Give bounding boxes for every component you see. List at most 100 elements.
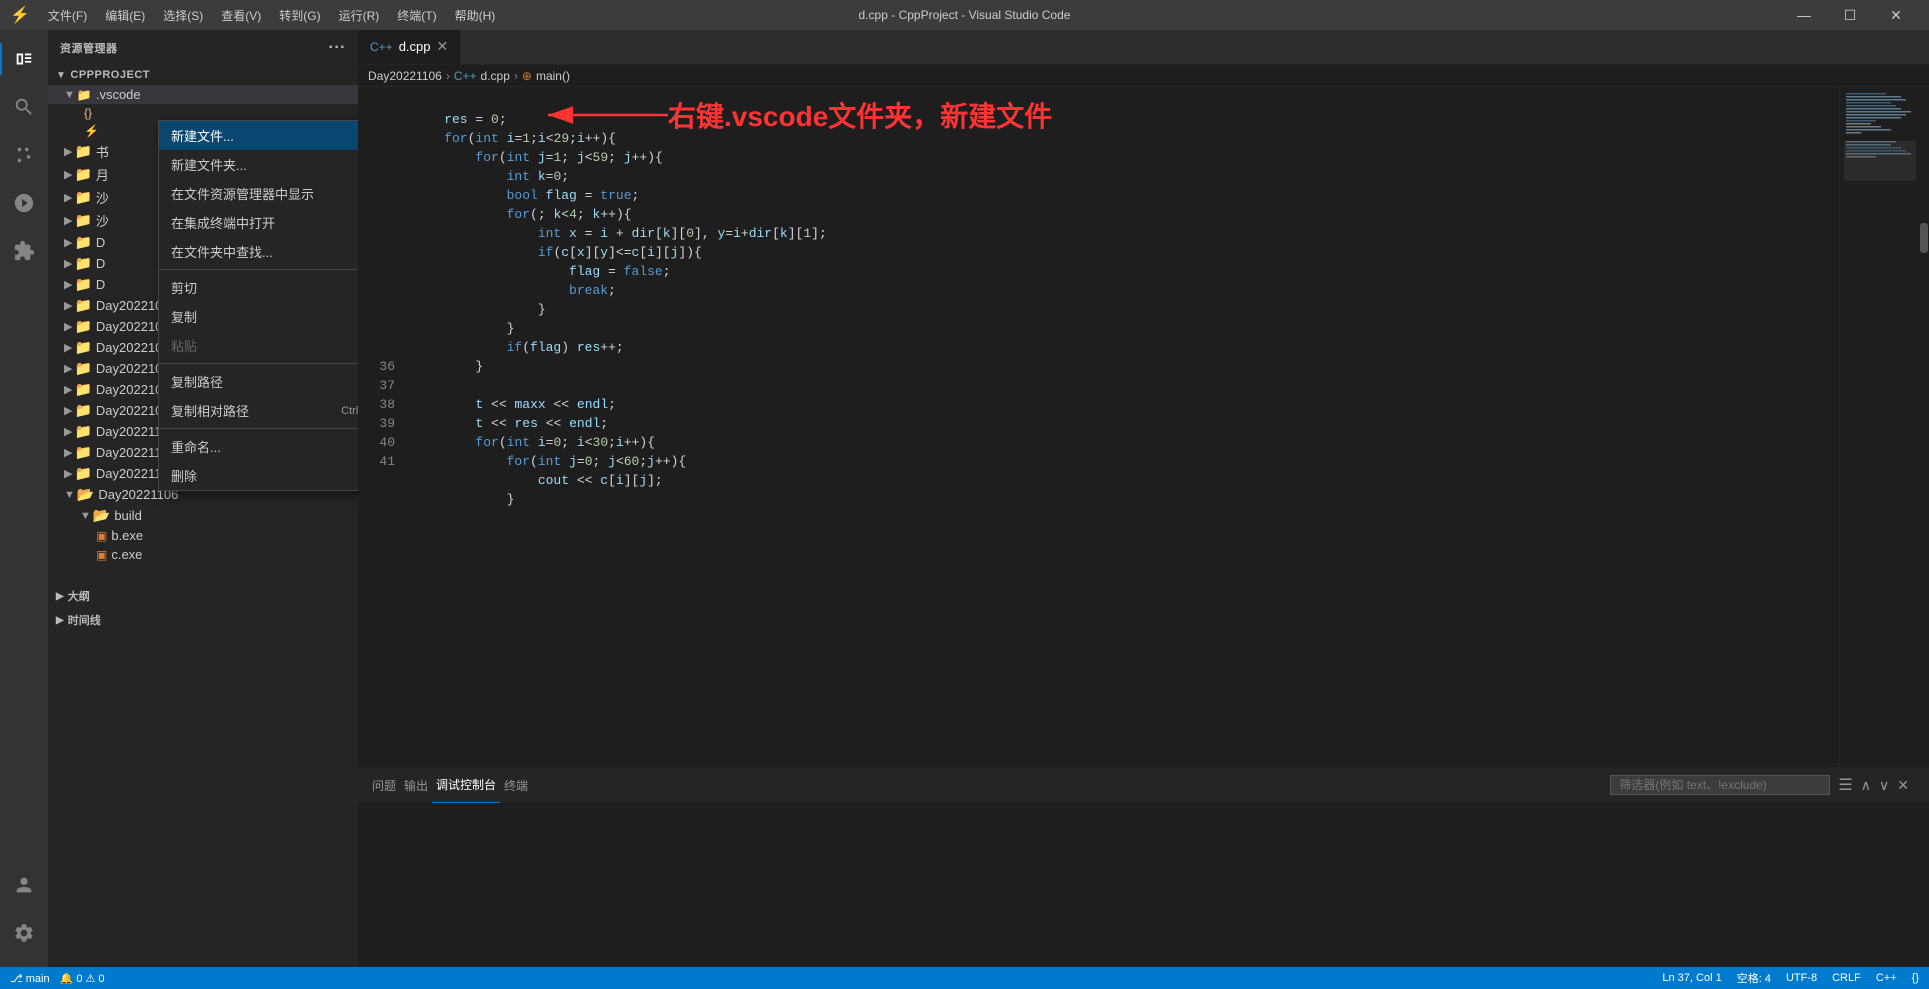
chevron-right-icon: ▶ — [64, 191, 72, 204]
line-numbers: 36 37 38 39 40 41 — [358, 87, 403, 767]
panel-tab-output[interactable]: 输出 — [400, 768, 432, 803]
status-encoding[interactable]: UTF-8 — [1786, 972, 1817, 984]
status-branch[interactable]: ⎇ main — [10, 972, 50, 985]
activity-bar-settings[interactable] — [0, 909, 48, 957]
menu-file[interactable]: 文件(F) — [40, 5, 95, 26]
menu-view[interactable]: 查看(V) — [213, 5, 269, 26]
context-menu-copy-relative-path[interactable]: 复制相对路径 Ctrl+K Ctrl+Shift+C — [159, 396, 358, 425]
chevron-right-icon: ▶ — [64, 257, 72, 270]
activity-bar-search[interactable] — [0, 83, 48, 131]
code-content[interactable]: res = 0; for(int i=1;i<29;i++){ for(int … — [403, 87, 1839, 767]
new-file-label: 新建文件... — [171, 126, 234, 145]
tab-dcpp[interactable]: C++ d.cpp ✕ — [358, 30, 461, 64]
scroll-thumb[interactable] — [1920, 223, 1928, 253]
tree-item-vscode[interactable]: ▼ 📁 .vscode — [48, 85, 358, 104]
context-menu-new-file[interactable]: 新建文件... — [159, 121, 358, 150]
json-icon: {} — [84, 106, 92, 120]
panel-filter-input[interactable] — [1610, 775, 1830, 795]
context-menu-reveal[interactable]: 在文件资源管理器中显示 Shift+Alt+R — [159, 179, 358, 208]
maximize-button[interactable]: ☐ — [1827, 0, 1873, 30]
folder-icon: 📁 — [74, 276, 91, 293]
context-menu-cut[interactable]: 剪切 Ctrl+X — [159, 273, 358, 302]
tab-bar: C++ d.cpp ✕ — [358, 30, 1929, 65]
tree-folder-label: 沙 — [96, 211, 109, 230]
panel-tab-debug-console[interactable]: 调试控制台 — [432, 768, 500, 803]
folder-icon: 📁 — [74, 318, 91, 335]
chevron-right-icon: ▶ — [64, 320, 72, 333]
status-line-ending[interactable]: CRLF — [1832, 972, 1861, 984]
status-errors[interactable]: 🔔 0 ⚠ 0 — [60, 972, 105, 985]
activity-bar-explorer[interactable] — [0, 35, 48, 83]
menu-run[interactable]: 运行(R) — [331, 5, 388, 26]
folder-icon: 📁 — [74, 360, 91, 377]
breadcrumb-function[interactable]: main() — [536, 69, 570, 83]
folder-icon: 📁 — [74, 402, 91, 419]
chevron-right-icon: ▶ — [64, 236, 72, 249]
activity-bar-extensions[interactable] — [0, 227, 48, 275]
menu-edit[interactable]: 编辑(E) — [97, 5, 153, 26]
context-menu-copy[interactable]: 复制 Ctrl+C — [159, 302, 358, 331]
context-menu-delete[interactable]: 删除 Delete — [159, 461, 358, 490]
new-folder-label: 新建文件夹... — [171, 155, 247, 174]
chevron-right-icon: ▶ — [64, 214, 72, 227]
folder-icon: 📁 — [74, 255, 91, 272]
status-line-col[interactable]: Ln 37, Col 1 — [1662, 972, 1721, 984]
timeline-section[interactable]: ▶ 时间线 — [48, 608, 358, 632]
tree-folder-label: D — [96, 256, 105, 271]
tab-close-button[interactable]: ✕ — [437, 38, 449, 55]
context-menu-open-terminal[interactable]: 在集成终端中打开 — [159, 208, 358, 237]
editor-area: C++ d.cpp ✕ Day20221106 › C++ d.cpp › ⊕ … — [358, 30, 1929, 967]
panel-prev-icon[interactable]: ∧ — [1861, 777, 1871, 794]
menu-help[interactable]: 帮助(H) — [447, 5, 504, 26]
chevron-right-icon: ▶ — [64, 278, 72, 291]
menu-terminal[interactable]: 终端(T) — [389, 5, 444, 26]
project-name: CPPPROJECT — [70, 69, 150, 81]
context-menu-rename[interactable]: 重命名... F2 — [159, 432, 358, 461]
minimap — [1839, 87, 1919, 767]
panel-next-icon[interactable]: ∨ — [1879, 777, 1889, 794]
folder-icon: 📁 — [74, 381, 91, 398]
breadcrumb: Day20221106 › C++ d.cpp › ⊕ main() — [358, 65, 1929, 87]
separator-1 — [159, 269, 358, 270]
panel-tab-terminal[interactable]: 终端 — [500, 768, 532, 803]
status-language[interactable]: C++ — [1876, 972, 1897, 984]
breadcrumb-file[interactable]: d.cpp — [481, 69, 510, 83]
tree-folder-label: D — [96, 235, 105, 250]
tree-item-build[interactable]: ▼ 📂 build — [48, 505, 358, 526]
copy-path-label: 复制路径 — [171, 372, 223, 391]
status-format[interactable]: {} — [1912, 972, 1919, 984]
chevron-right-icon: ▶ — [64, 467, 72, 480]
sidebar-title: 资源管理器 — [60, 40, 118, 56]
context-menu-paste: 粘贴 Ctrl+V — [159, 331, 358, 360]
panel-close-icon[interactable]: ✕ — [1897, 777, 1909, 794]
tree-item-vscode-label: .vscode — [96, 87, 141, 102]
tree-folder-label: build — [114, 508, 141, 523]
title-bar-left: ⚡ 文件(F) 编辑(E) 选择(S) 查看(V) 转到(G) 运行(R) 终端… — [10, 5, 503, 26]
find-folder-label: 在文件夹中查找... — [171, 242, 273, 261]
main-layout: 资源管理器 ··· ▼ CPPPROJECT ▼ 📁 .vscode {} ⚡ — [0, 30, 1929, 967]
close-button[interactable]: ✕ — [1873, 0, 1919, 30]
tree-item-bexe[interactable]: ▣ b.exe — [48, 526, 358, 545]
activity-bar-account[interactable] — [0, 861, 48, 909]
activity-bar-run[interactable] — [0, 179, 48, 227]
breadcrumb-day[interactable]: Day20221106 — [368, 69, 442, 83]
vertical-scrollbar[interactable] — [1919, 87, 1929, 767]
minimize-button[interactable]: — — [1781, 0, 1827, 30]
exe-icon: ▣ — [96, 548, 107, 562]
outline-section[interactable]: ▶ 大纲 — [48, 584, 358, 608]
folder-icon: 📁 — [74, 423, 91, 440]
status-spaces[interactable]: 空格: 4 — [1737, 970, 1771, 986]
activity-bar-source-control[interactable] — [0, 131, 48, 179]
context-menu-new-folder[interactable]: 新建文件夹... — [159, 150, 358, 179]
menu-select[interactable]: 选择(S) — [155, 5, 211, 26]
tree-item-cexe[interactable]: ▣ c.exe — [48, 545, 358, 564]
chevron-right-icon: ▶ — [64, 341, 72, 354]
menu-goto[interactable]: 转到(G) — [271, 5, 328, 26]
code-editor[interactable]: 36 37 38 39 40 41 res = 0; for(int i=1;i… — [358, 87, 1839, 767]
context-menu-copy-path[interactable]: 复制路径 Shift+Alt+C — [159, 367, 358, 396]
sidebar-more-button[interactable]: ··· — [329, 39, 346, 57]
panel-tab-problems[interactable]: 问题 — [368, 768, 400, 803]
panel-list-icon[interactable]: ☰ — [1838, 775, 1852, 795]
project-header[interactable]: ▼ CPPPROJECT — [48, 65, 358, 85]
context-menu-find-in-folder[interactable]: 在文件夹中查找... Shift+Alt+F — [159, 237, 358, 266]
